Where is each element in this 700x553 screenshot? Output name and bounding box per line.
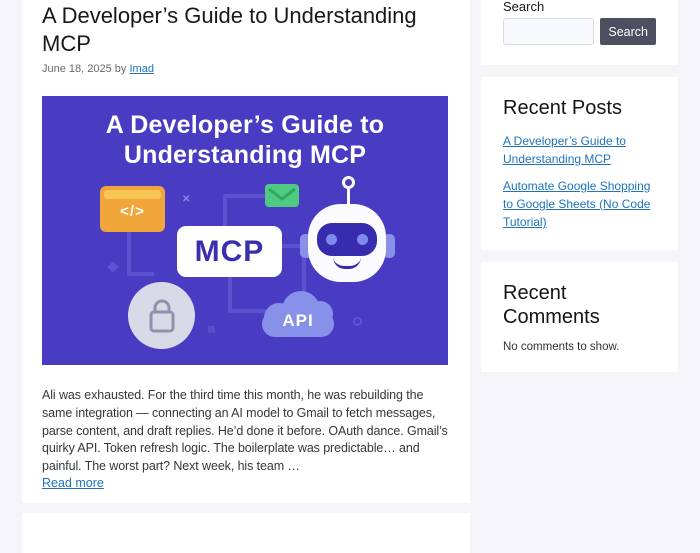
search-input[interactable] xyxy=(503,18,595,45)
email-icon xyxy=(265,184,299,207)
recent-comments-widget: Recent Comments No comments to show. xyxy=(481,262,678,372)
ring-decoration xyxy=(353,317,362,326)
recent-posts-widget: Recent Posts A Developer’s Guide to Unde… xyxy=(481,77,678,250)
api-cloud-icon: API xyxy=(262,289,334,337)
code-glyph: </> xyxy=(120,203,145,220)
hero-title: A Developer’s Guide to Understanding MCP xyxy=(42,96,448,170)
recent-comments-title: Recent Comments xyxy=(503,282,600,328)
x-decoration: ✕ xyxy=(182,194,191,205)
post-byline: by xyxy=(114,63,127,75)
recent-post-link[interactable]: Automate Google Shopping to Google Sheet… xyxy=(503,177,656,231)
hero-title-line2: Understanding MCP xyxy=(123,140,367,169)
code-editor-titlebar xyxy=(104,190,161,199)
read-more-link[interactable]: Read more xyxy=(42,476,450,490)
featured-image[interactable]: A Developer’s Guide to Understanding MCP… xyxy=(42,96,448,365)
robot-eye-left xyxy=(326,234,337,245)
search-widget: Search Search xyxy=(481,0,678,65)
post-meta: June 18, 2025 by Imad xyxy=(42,63,450,75)
mcp-label: MCP xyxy=(194,234,265,268)
robot-icon xyxy=(308,204,386,282)
search-label: Search xyxy=(503,0,545,14)
hero-title-line1: A Developer’s Guide to xyxy=(105,111,385,139)
robot-antenna-stem xyxy=(347,189,350,205)
post-title: A Developer’s Guide to Understanding MCP xyxy=(42,3,417,56)
robot-smile xyxy=(333,257,361,269)
robot-antenna-icon xyxy=(342,176,355,189)
post-card: A Developer’s Guide to Understanding MCP… xyxy=(22,0,470,503)
lock-icon xyxy=(128,282,195,349)
square-decoration xyxy=(208,326,215,333)
no-comments-text: No comments to show. xyxy=(503,341,620,353)
main-column: A Developer’s Guide to Understanding MCP… xyxy=(22,0,470,553)
mcp-badge: MCP xyxy=(177,226,282,277)
search-row: Search xyxy=(503,18,656,45)
post-date: June 18, 2025 xyxy=(42,63,112,75)
robot-eye-right xyxy=(357,234,368,245)
author-link[interactable]: Imad xyxy=(129,63,153,75)
robot-visor xyxy=(317,223,377,256)
post-excerpt: Ali was exhausted. For the third time th… xyxy=(42,388,448,473)
code-editor-icon: </> xyxy=(100,186,165,232)
page-layout: A Developer’s Guide to Understanding MCP… xyxy=(0,0,700,553)
next-post-card xyxy=(22,513,470,553)
recent-post-link[interactable]: A Developer’s Guide to Understanding MCP xyxy=(503,132,656,168)
search-button[interactable]: Search xyxy=(600,18,656,45)
api-label: API xyxy=(282,311,314,330)
recent-posts-title: Recent Posts xyxy=(503,97,622,119)
sidebar: Search Search Recent Posts A Developer’s… xyxy=(481,0,678,372)
